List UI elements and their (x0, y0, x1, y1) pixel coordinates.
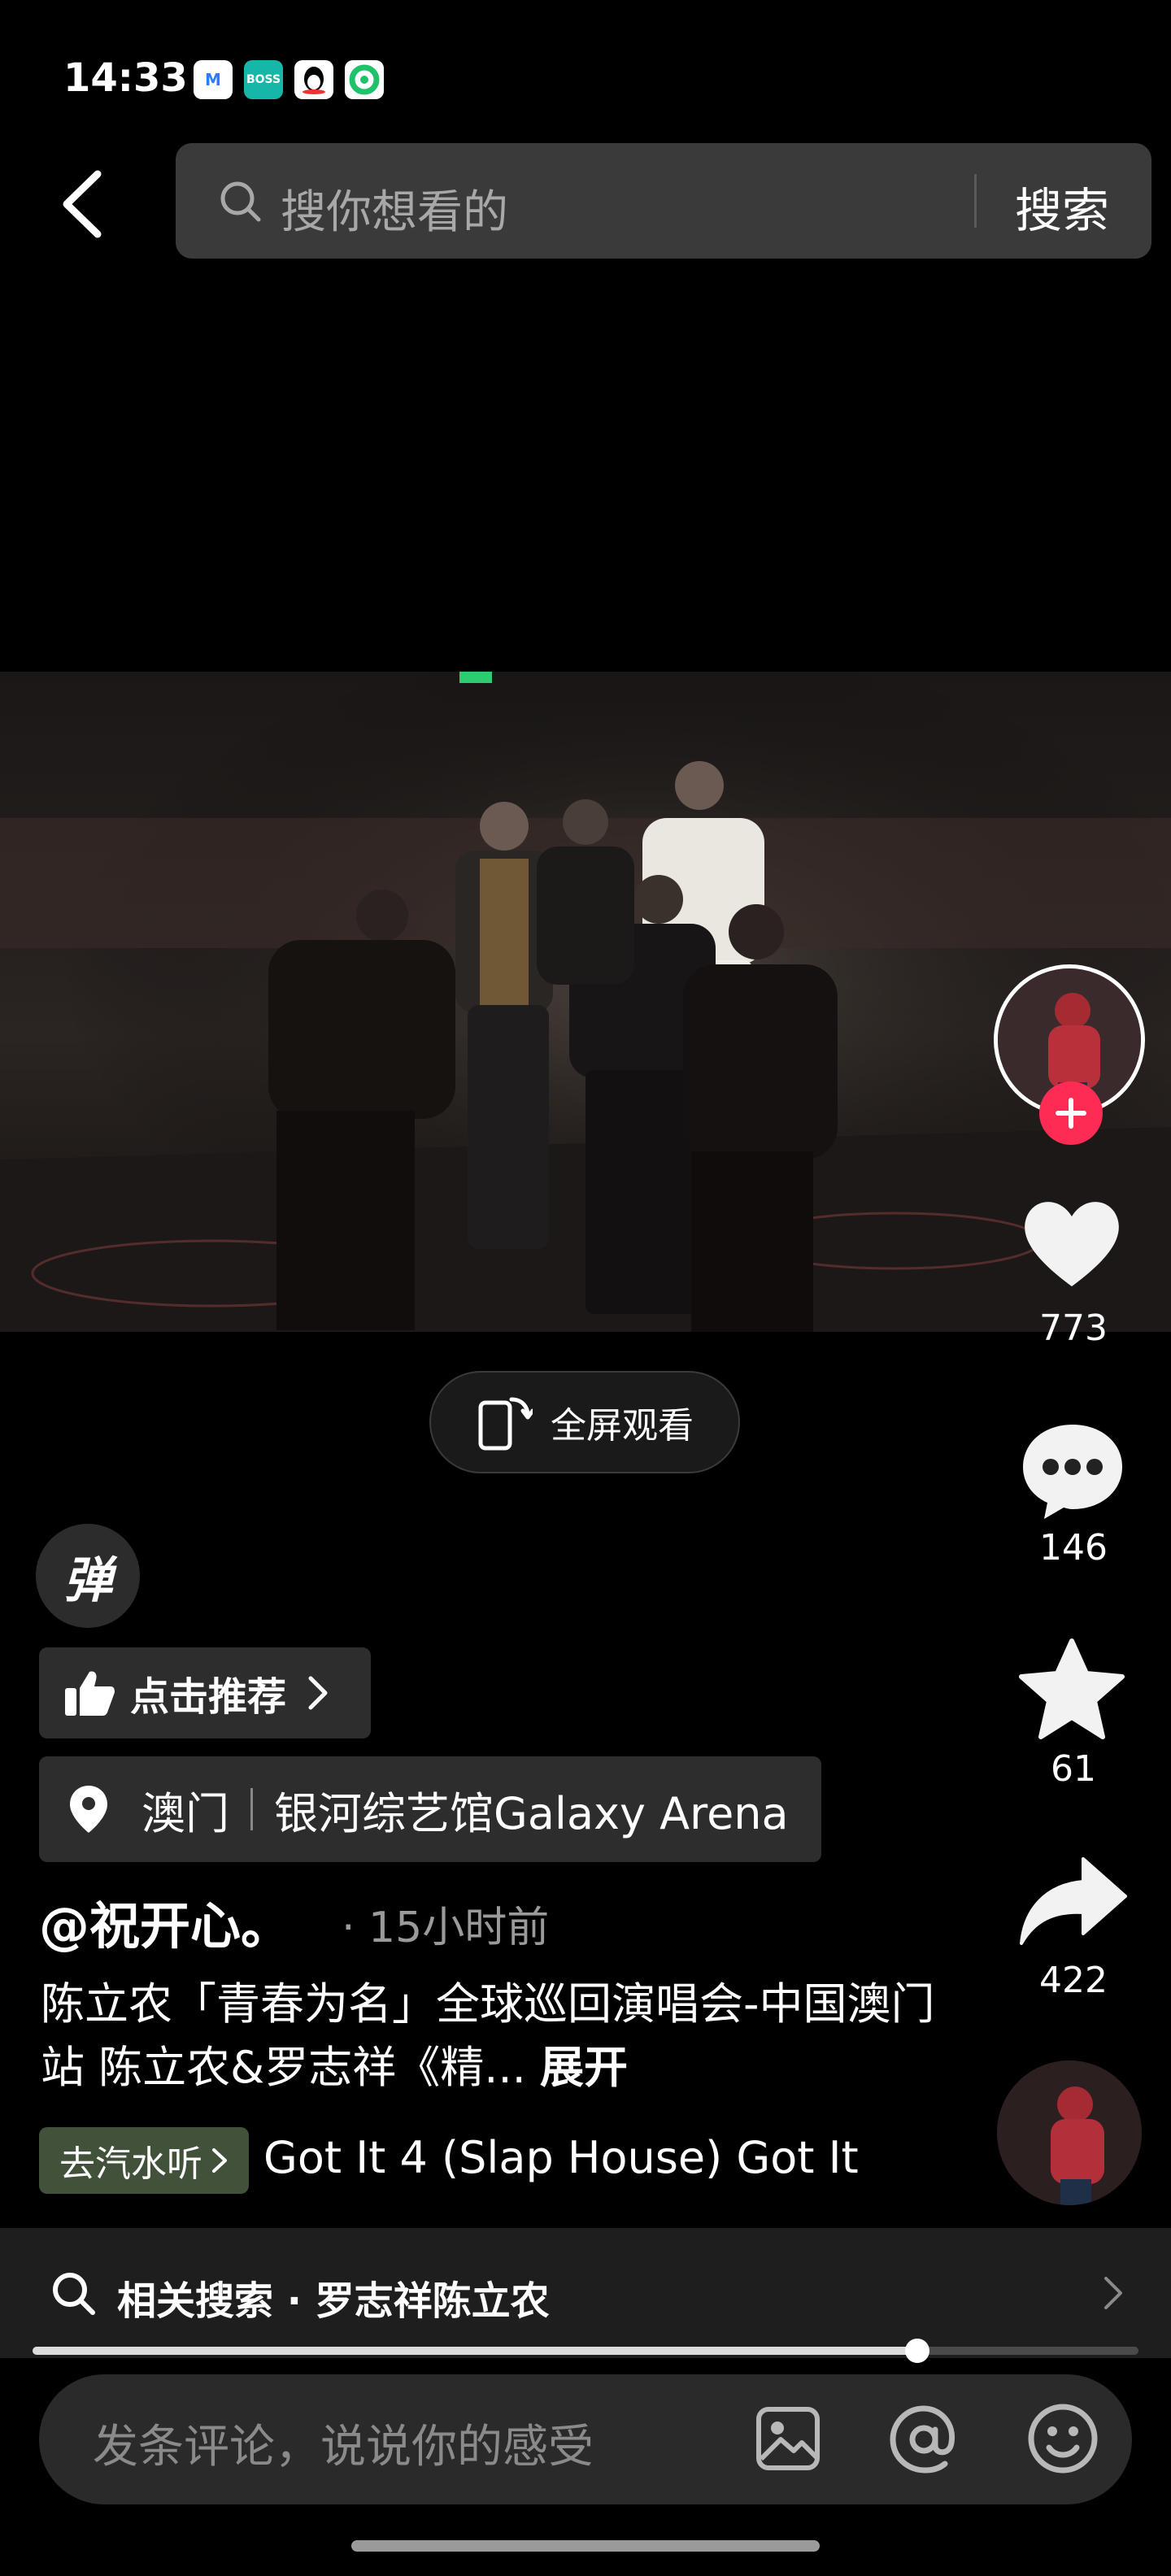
location-venue: 银河综艺馆Galaxy Arena (274, 1787, 789, 1839)
music-tag-label: 去汽水听 (59, 2143, 202, 2185)
related-search-icon (49, 2269, 98, 2321)
author-name[interactable]: @祝开心。 (39, 1885, 291, 1958)
search-divider (974, 174, 977, 228)
search-input[interactable]: 搜你想看的 (281, 176, 508, 242)
app-green-icon (345, 60, 384, 99)
comment-count: 146 (1039, 1527, 1108, 1569)
comment-button[interactable] (1020, 1421, 1125, 1525)
playback-progress-fill (33, 2347, 917, 2355)
music-disc[interactable] (997, 2060, 1142, 2205)
status-time: 14:33 (63, 55, 188, 101)
meituan-icon: M (194, 60, 233, 99)
expand-button[interactable]: 展开 (540, 2042, 628, 2093)
chevron-right-icon (212, 2148, 227, 2173)
qq-icon (294, 60, 333, 99)
thumbs-up-icon (65, 1671, 115, 1716)
post-time: · 15小时前 (342, 1904, 550, 1952)
comment-bubble-icon (1023, 1425, 1122, 1519)
music-cover-image (997, 2060, 1142, 2205)
back-button[interactable] (57, 168, 109, 241)
fullscreen-label: 全屏观看 (551, 1405, 694, 1447)
danmu-label: 弹 (63, 1551, 112, 1609)
music-title[interactable]: Got It 4 (Slap House) Got It (263, 2132, 859, 2183)
related-search-label: 相关搜索 · 罗志祥陈立农 (117, 2278, 550, 2324)
star-icon (1019, 1638, 1125, 1739)
home-indicator[interactable] (351, 2540, 820, 2552)
chevron-right-icon (308, 1676, 328, 1710)
video-player[interactable] (0, 672, 1171, 1332)
search-button[interactable]: 搜索 (1015, 172, 1109, 241)
like-button[interactable] (1018, 1195, 1125, 1295)
chevron-right-icon (1101, 2274, 1125, 2316)
follow-plus-button[interactable] (1039, 1081, 1103, 1145)
playback-progress-handle[interactable] (905, 2339, 929, 2363)
location-tag[interactable]: 澳门 银河综艺馆Galaxy Arena (39, 1756, 821, 1862)
concert-stage-image (0, 672, 1171, 1332)
mention-icon[interactable] (888, 2405, 961, 2477)
music-app-tag[interactable]: 去汽水听 (39, 2127, 249, 2194)
comment-input[interactable]: 发条评论，说说你的感受 (93, 2410, 594, 2476)
status-app-icons: M BOSS (194, 60, 384, 99)
back-arrow-icon (63, 170, 102, 238)
recommend-button[interactable]: 点击推荐 (39, 1647, 371, 1738)
image-icon[interactable] (755, 2405, 821, 2475)
heart-icon (1025, 1202, 1119, 1286)
plus-icon (1056, 1098, 1086, 1129)
danmu-toggle[interactable]: 弹 (36, 1524, 140, 1628)
recommend-label: 点击推荐 (130, 1674, 287, 1720)
share-arrow-icon (1020, 1857, 1127, 1945)
playback-progress-bar[interactable] (33, 2347, 1138, 2355)
share-button[interactable] (1018, 1856, 1129, 1950)
post-description-text: 陈立农「青春为名」全球巡回演唱会-中国澳门站 陈立农&罗志祥《精... (41, 1978, 935, 2093)
favorite-button[interactable] (1018, 1638, 1125, 1743)
boss-zhipin-icon: BOSS (244, 60, 283, 99)
post-description: 陈立农「青春为名」全球巡回演唱会-中国澳门站 陈立农&罗志祥《精... 展开 (41, 1973, 935, 2100)
rotate-phone-icon (478, 1397, 533, 1451)
search-icon (218, 179, 263, 228)
share-count: 422 (1039, 1960, 1108, 2001)
location-pin-icon (70, 1786, 107, 1833)
favorite-count: 61 (1051, 1748, 1096, 1790)
location-city: 澳门 (141, 1787, 229, 1839)
fullscreen-button[interactable]: 全屏观看 (429, 1371, 740, 1473)
location-separator (250, 1788, 253, 1830)
emoji-icon[interactable] (1026, 2402, 1099, 2478)
like-count: 773 (1039, 1308, 1108, 1349)
